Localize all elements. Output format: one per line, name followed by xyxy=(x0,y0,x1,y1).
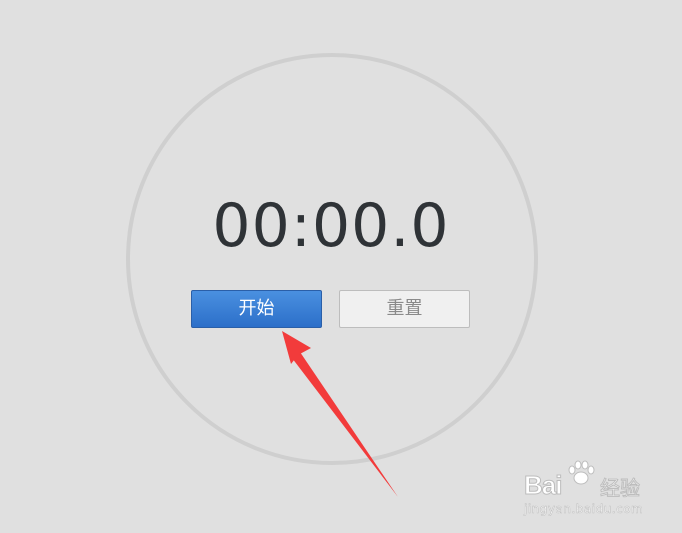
watermark-logo-text: Bai xyxy=(523,470,562,501)
reset-button[interactable]: 重置 xyxy=(339,290,470,328)
stopwatch-app: 00:00.0 开始 重置 Bai 经验 jingyan.baidu.com xyxy=(0,0,682,533)
start-button[interactable]: 开始 xyxy=(191,290,322,328)
baidu-paw-icon xyxy=(568,460,595,485)
watermark-jingyan-text: 经验 xyxy=(600,476,641,501)
watermark-url: jingyan.baidu.com xyxy=(524,502,644,517)
time-display: 00:00.0 xyxy=(212,191,450,261)
baidu-jingyan-watermark: Bai 经验 jingyan.baidu.com xyxy=(520,460,670,520)
